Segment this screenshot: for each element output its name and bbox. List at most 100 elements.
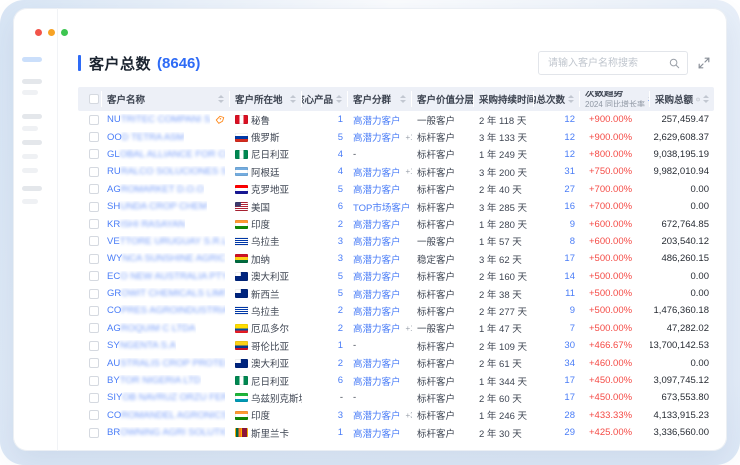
segment-link[interactable]: - xyxy=(353,149,356,160)
row-checkbox[interactable] xyxy=(89,219,99,229)
table-row[interactable]: COPRES AGROINDUSTRIAL ALIANZ R... 乌拉圭 2 … xyxy=(78,302,714,319)
segment-link[interactable]: 高潜力客户 xyxy=(353,426,401,440)
sort-icon[interactable] xyxy=(336,95,342,103)
sidebar-item[interactable] xyxy=(22,114,42,119)
purchase-count-link[interactable]: 16 xyxy=(564,201,575,212)
customer-name-link[interactable]: COPRES AGROINDUSTRIAL ALIANZ R... xyxy=(107,305,225,316)
customer-search-box[interactable] xyxy=(538,51,688,75)
core-products-link[interactable]: - xyxy=(340,392,343,403)
segment-link[interactable]: 高潜力客户 xyxy=(353,113,401,127)
core-products-link[interactable]: 5 xyxy=(338,184,343,195)
segment-link[interactable]: 高潜力客户 xyxy=(353,234,401,248)
customer-name-link[interactable]: SHUNDA CROP CHEM xyxy=(107,201,207,212)
row-checkbox[interactable] xyxy=(89,393,99,403)
segment-link[interactable]: 高潜力客户 xyxy=(353,269,401,283)
segment-link[interactable]: 高潜力客户 xyxy=(353,252,401,266)
purchase-count-link[interactable]: 31 xyxy=(564,166,575,177)
sort-icon[interactable] xyxy=(400,95,406,103)
row-checkbox[interactable] xyxy=(89,132,99,142)
table-row[interactable]: COROMANDEL AGRONICS TRADE... 印度 3 高潜力客户 … xyxy=(78,407,714,424)
col-header-duration[interactable]: 采购持续时间 xyxy=(474,91,534,107)
row-checkbox[interactable] xyxy=(89,254,99,264)
info-icon[interactable] xyxy=(696,95,700,104)
customer-name-link[interactable]: SYNGENTA S.A xyxy=(107,340,176,351)
customer-name-link[interactable]: BROWNING AGRI SOLUTIONS PVT LTD xyxy=(107,427,225,438)
purchase-count-link[interactable]: 34 xyxy=(564,358,575,369)
table-row[interactable]: KRISHI RASAYAN 印度 2 高潜力客户 标杆客户 1 年 280 天… xyxy=(78,215,714,232)
segment-link[interactable]: 高潜力客户 xyxy=(353,130,401,144)
col-header-segment[interactable]: 客户分群 xyxy=(348,91,412,107)
sort-icon[interactable] xyxy=(290,95,296,103)
table-row[interactable]: SHUNDA CROP CHEM 美国 6 TOP市场客户 标杆客户 3 年 2… xyxy=(78,198,714,215)
col-header-total-amount[interactable]: 采购总额 xyxy=(650,91,714,107)
sort-icon[interactable] xyxy=(218,95,224,103)
table-row[interactable]: WYNCA SUNSHINE AGRIC PRODU... 加纳 3 高潜力客户… xyxy=(78,250,714,267)
row-checkbox[interactable] xyxy=(89,410,99,420)
purchase-count-link[interactable]: 12 xyxy=(564,149,575,160)
segment-link[interactable]: - xyxy=(353,392,356,403)
customer-name-link[interactable]: ECO NEW AUSTRALIA PTY LIMITED xyxy=(107,271,225,282)
expand-icon[interactable] xyxy=(697,56,711,70)
sidebar-item[interactable] xyxy=(22,154,38,159)
purchase-count-link[interactable]: 9 xyxy=(570,305,575,316)
customer-name-link[interactable]: SIYOB NAVRUZ ORZU FERMER X... xyxy=(107,392,225,403)
segment-link[interactable]: 高潜力客户 xyxy=(353,217,401,231)
table-row[interactable]: SIYOB NAVRUZ ORZU FERMER X... 乌兹别克斯坦 - -… xyxy=(78,389,714,406)
customer-name-link[interactable]: RURALCO SOLUCIONES S.A xyxy=(107,166,225,177)
col-header-trend[interactable]: 次数趋势 2024 同比增长率 xyxy=(580,91,650,107)
purchase-count-link[interactable]: 27 xyxy=(564,184,575,195)
row-checkbox[interactable] xyxy=(89,167,99,177)
core-products-link[interactable]: 5 xyxy=(338,271,343,282)
table-row[interactable]: AGROQUIM C LTDA 厄瓜多尔 2 高潜力客户 +1 一般客户 1 年… xyxy=(78,320,714,337)
table-row[interactable]: GLOBAL ALLIANCE FOR CHEMICA... 尼日利亚 4 - … xyxy=(78,146,714,163)
sidebar-item[interactable] xyxy=(22,140,42,145)
core-products-link[interactable]: 3 xyxy=(338,236,343,247)
customer-name-link[interactable]: OOD TETRA ASM xyxy=(107,132,184,143)
core-products-link[interactable]: 6 xyxy=(338,375,343,386)
row-checkbox[interactable] xyxy=(89,184,99,194)
core-products-link[interactable]: 4 xyxy=(338,166,343,177)
customer-name-link[interactable]: GROWIT CHEMICALS LIMITED xyxy=(107,288,225,299)
purchase-count-link[interactable]: 17 xyxy=(564,392,575,403)
table-row[interactable]: VETTORE URUGUAY S.R.L 乌拉圭 3 高潜力客户 一般客户 1… xyxy=(78,233,714,250)
sidebar-item-active[interactable] xyxy=(22,57,42,62)
purchase-count-link[interactable]: 30 xyxy=(564,340,575,351)
sidebar-item[interactable] xyxy=(22,168,38,173)
core-products-link[interactable]: 2 xyxy=(338,305,343,316)
table-row[interactable]: AGROMARKET D.O.O 克罗地亚 5 高潜力客户 标杆客户 2 年 4… xyxy=(78,181,714,198)
segment-link[interactable]: 高潜力客户 xyxy=(353,321,401,335)
segment-link[interactable]: 高潜力客户 xyxy=(353,287,401,301)
table-row[interactable]: OOD TETRA ASM 俄罗斯 5 高潜力客户 +1 标杆客户 3 年 13… xyxy=(78,128,714,145)
row-checkbox[interactable] xyxy=(89,358,99,368)
customer-name-link[interactable]: BYTOR NIGERIA LTD xyxy=(107,375,201,386)
core-products-link[interactable]: 3 xyxy=(338,253,343,264)
header-select-all[interactable] xyxy=(78,91,102,107)
customer-name-link[interactable]: AGROQUIM C LTDA xyxy=(107,323,196,334)
sidebar-item[interactable] xyxy=(22,126,38,131)
core-products-link[interactable]: 2 xyxy=(338,219,343,230)
row-checkbox[interactable] xyxy=(89,341,99,351)
purchase-count-link[interactable]: 12 xyxy=(564,114,575,125)
purchase-count-link[interactable]: 9 xyxy=(570,219,575,230)
core-products-link[interactable]: 6 xyxy=(338,201,343,212)
col-header-total-count[interactable]: 采购总次数 xyxy=(534,91,580,107)
segment-link[interactable]: 高潜力客户 xyxy=(353,182,401,196)
segment-link[interactable]: 高潜力客户 xyxy=(353,165,401,179)
table-row[interactable]: RURALCO SOLUCIONES S.A 阿根廷 4 高潜力客户 +1 标杆… xyxy=(78,163,714,180)
row-checkbox[interactable] xyxy=(89,202,99,212)
purchase-count-link[interactable]: 11 xyxy=(565,288,575,299)
col-header-location[interactable]: 客户所在地 xyxy=(230,91,302,107)
row-checkbox[interactable] xyxy=(89,289,99,299)
customer-name-link[interactable]: WYNCA SUNSHINE AGRIC PRODU... xyxy=(107,253,225,264)
search-input[interactable] xyxy=(546,57,669,70)
segment-link[interactable]: TOP市场客户 xyxy=(353,200,410,214)
table-row[interactable]: BYTOR NIGERIA LTD 尼日利亚 6 高潜力客户 标杆客户 1 年 … xyxy=(78,372,714,389)
row-checkbox[interactable] xyxy=(89,149,99,159)
row-checkbox[interactable] xyxy=(89,306,99,316)
purchase-count-link[interactable]: 28 xyxy=(564,410,575,421)
row-checkbox[interactable] xyxy=(89,428,99,438)
col-header-name[interactable]: 客户名称 xyxy=(102,91,230,107)
col-header-value-tier[interactable]: 客户价值分层 xyxy=(412,91,474,107)
sort-icon[interactable] xyxy=(703,95,709,103)
table-row[interactable]: NUTRITEC COMPANI S.A.C 秘鲁 1 高潜力客户 一般客户 2… xyxy=(78,111,714,128)
